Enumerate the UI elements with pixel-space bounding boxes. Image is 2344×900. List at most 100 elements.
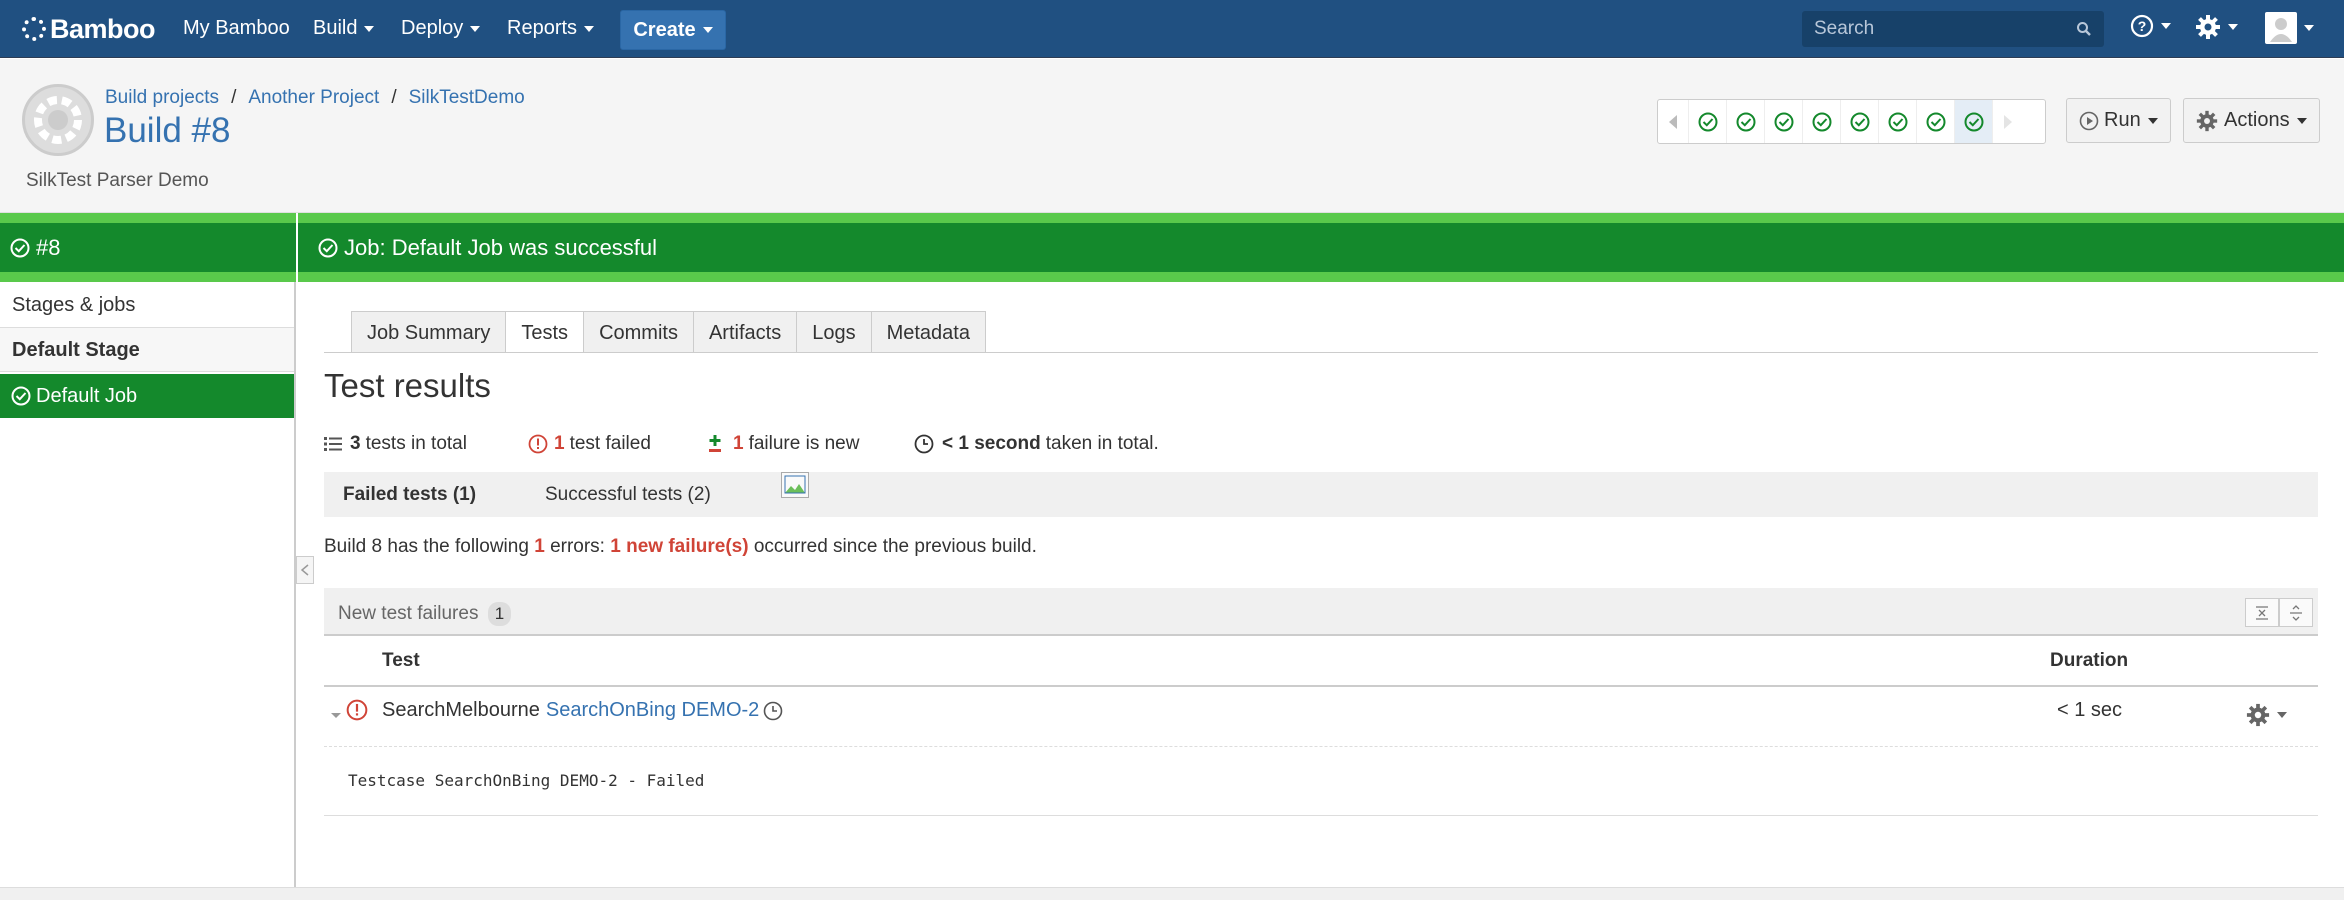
user-menu[interactable] [2265,12,2314,44]
page-header: Build projects / Another Project / SilkTestD… [0,59,2344,213]
duration-text: taken in total. [1045,433,1159,454]
help-menu[interactable]: ? [2130,14,2171,38]
errors-prefix: Build 8 has the following [324,536,529,557]
test-failure-detail: Testcase SearchOnBing DEMO-2 - Failed [324,748,2318,816]
success-icon [1774,112,1793,131]
recent-build-success[interactable] [1802,100,1840,143]
test-method-link[interactable]: SearchOnBing DEMO-2 [546,699,759,722]
plan-description: SilkTest Parser Demo [26,170,209,191]
duration-value: < 1 second [942,433,1041,454]
row-actions-menu[interactable] [2246,703,2287,727]
actions-button[interactable]: Actions [2183,98,2320,143]
failed-count: 1 [554,433,565,454]
chevron-down-icon [364,25,375,32]
chevron-down-icon [2228,24,2238,30]
tab-artifacts[interactable]: Artifacts [692,311,798,352]
run-button[interactable]: Run [2066,98,2171,143]
settings-menu[interactable] [2195,14,2238,40]
top-navigation: Bamboo My Bamboo Build Deploy Reports Cr… [0,0,2344,58]
total-text: tests in total [365,433,467,454]
sidebar-item-default-job[interactable]: Default Job [0,374,294,418]
clock-icon[interactable] [763,701,783,721]
summary-failed: 1 test failed [528,433,651,455]
tab-metadata[interactable]: Metadata [870,311,986,352]
previous-build-button[interactable] [1658,100,1688,143]
breadcrumb-build-projects[interactable]: Build projects [105,87,219,108]
table-row: SearchMelbourne SearchOnBing DEMO-2 < 1 … [324,687,2318,747]
expand-all-button[interactable] [2279,598,2313,627]
bamboo-logo[interactable]: Bamboo [22,13,156,45]
chevron-down-icon [702,27,713,33]
create-button-label: Create [633,18,696,41]
success-icon [10,238,30,257]
column-header-duration[interactable]: Duration [2050,650,2128,672]
chevron-down-icon [2147,117,2158,124]
sidebar-stages-jobs-label: Stages & jobs [12,294,136,316]
tab-logs[interactable]: Logs [796,311,872,352]
test-name: SearchMelbourne SearchOnBing DEMO-2 [382,699,783,722]
breadcrumb-separator: / [231,87,237,108]
nav-my-bamboo[interactable]: My Bamboo [183,17,290,40]
recent-build-success[interactable] [1916,100,1954,143]
test-results-title: Test results [324,367,491,404]
tab-job-summary[interactable]: Job Summary [351,311,507,352]
success-icon [1888,112,1907,131]
summary-total: 3 tests in total [324,433,467,455]
total-count: 3 [350,433,361,454]
breadcrumb-project[interactable]: Another Project [248,87,379,108]
arrow-right-icon [2003,114,2012,129]
new-failure-text: failure is new [748,433,860,454]
clock-icon [914,434,934,454]
nav-deploy-menu[interactable]: Deploy [401,17,481,40]
nav-build-label: Build [313,17,358,39]
new-failures-title: New test failures 1 [338,602,512,626]
test-class-name: SearchMelbourne [382,699,540,721]
chevron-down-icon[interactable] [330,712,342,720]
create-button[interactable]: Create [620,10,726,50]
sidebar-job-label: Default Job [36,384,138,407]
test-duration: < 1 sec [2057,699,2123,721]
svg-text:?: ? [2138,18,2147,34]
success-icon [1812,112,1831,131]
recent-build-success[interactable] [1840,100,1878,143]
tab-commits[interactable]: Commits [583,311,694,352]
new-failures-header: New test failures 1 [324,588,2318,636]
actions-button-label: Actions [2224,109,2290,131]
test-subtabs: Failed tests (1) Successful tests (2) [324,472,2318,517]
tab-tests[interactable]: Tests [505,311,585,353]
nav-reports-menu[interactable]: Reports [507,17,595,40]
recent-build-success[interactable] [1764,100,1802,143]
next-build-button[interactable] [1992,100,2022,143]
new-failures-heading: New test failures [338,603,479,624]
expand-icon [2290,604,2302,621]
job-tabs: Job Summary Tests Commits Artifacts Logs… [351,311,986,353]
new-failure-icon [709,435,721,452]
sidebar-collapse-handle[interactable] [296,556,314,584]
summary-duration: < 1 second taken in total. [914,433,1159,455]
success-icon [1698,112,1717,131]
avatar-icon [2265,12,2297,44]
job-status-bar: Job: Default Job was successful [298,213,2344,282]
recent-build-success[interactable] [1954,100,1992,143]
chevron-down-icon [2304,25,2314,31]
recent-build-success[interactable] [1688,100,1726,143]
sidebar-stages-jobs[interactable]: Stages & jobs [0,282,294,328]
tab-successful-tests[interactable]: Successful tests (2) [545,484,711,506]
tab-failed-tests[interactable]: Failed tests (1) [343,484,476,506]
recent-build-success[interactable] [1726,100,1764,143]
error-icon [528,434,548,454]
search-input[interactable] [1802,11,2104,47]
page-title[interactable]: Build #8 [104,111,230,151]
job-status-text: Job: Default Job was successful [344,234,658,260]
errors-summary: Build 8 has the following 1 errors: 1 ne… [324,536,1037,558]
new-failures-link[interactable]: 1 new failure(s) [610,536,748,557]
column-header-test[interactable]: Test [382,650,420,672]
success-icon [1964,112,1983,131]
success-icon [1926,112,1945,131]
nav-reports-label: Reports [507,17,578,39]
recent-build-success[interactable] [1878,100,1916,143]
breadcrumb-plan[interactable]: SilkTestDemo [409,87,525,108]
collapse-all-button[interactable] [2245,598,2279,627]
nav-build-menu[interactable]: Build [313,17,375,40]
search-icon[interactable] [2076,21,2092,37]
